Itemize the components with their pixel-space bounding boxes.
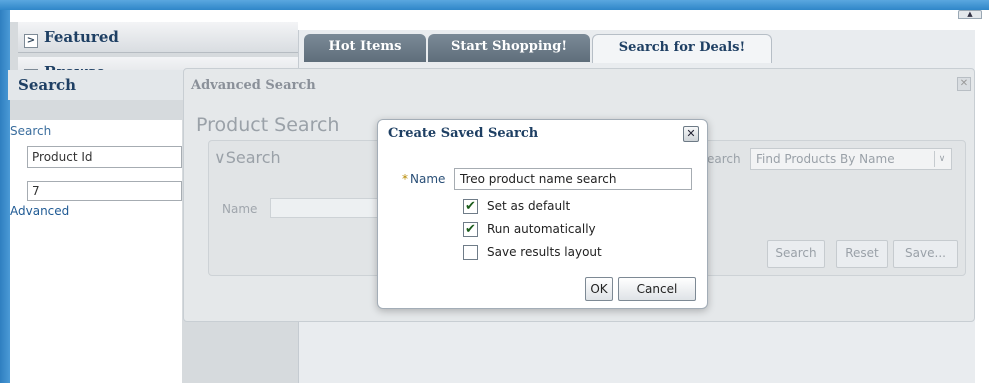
expand-arrow-icon: >: [24, 34, 38, 48]
search-term-input[interactable]: 7: [27, 181, 182, 201]
saved-search-select[interactable]: Find Products By Name ∨: [750, 148, 952, 170]
run-automatically-checkbox[interactable]: ✔: [463, 222, 478, 237]
tab-hot-items[interactable]: Hot Items: [304, 34, 426, 62]
name-input[interactable]: Treo product name search: [454, 168, 692, 190]
name-criteria-label: Name: [222, 202, 258, 216]
required-marker: *: [402, 172, 408, 186]
tab-search-for-deals[interactable]: Search for Deals!: [592, 34, 772, 63]
search-by-select[interactable]: Product Id: [27, 146, 182, 168]
cancel-button[interactable]: Cancel: [618, 277, 696, 301]
search-button[interactable]: Search: [767, 240, 825, 268]
reset-button[interactable]: Reset: [836, 240, 888, 268]
search-section-title: Search: [225, 148, 281, 167]
advanced-link[interactable]: Advanced: [10, 204, 69, 218]
search-subheading: Search: [10, 124, 52, 138]
close-icon[interactable]: ✕: [683, 126, 699, 142]
save-button[interactable]: Save...: [893, 240, 958, 268]
save-results-layout-label: Save results layout: [487, 245, 602, 259]
search-section-header[interactable]: ∨Search: [214, 148, 281, 167]
save-results-layout-checkbox[interactable]: [463, 245, 478, 260]
set-as-default-label: Set as default: [487, 199, 571, 213]
advanced-search-title: Advanced Search: [191, 78, 316, 93]
accordion-featured-label: Featured: [44, 28, 119, 46]
collapse-arrow-icon: ∨: [214, 148, 226, 167]
tab-start-shopping[interactable]: Start Shopping!: [428, 34, 590, 62]
close-icon[interactable]: ✕: [957, 77, 971, 91]
set-as-default-checkbox[interactable]: ✔: [463, 199, 478, 214]
dialog-title: Create Saved Search: [388, 126, 539, 141]
chevron-down-icon: ∨: [934, 151, 949, 167]
left-border: [0, 10, 10, 383]
name-label: Name: [410, 172, 446, 186]
ok-button[interactable]: OK: [585, 277, 613, 301]
saved-search-value: Find Products By Name: [756, 152, 895, 166]
saved-search-label: earch: [707, 152, 741, 166]
top-bar: [0, 0, 989, 10]
scroll-up-icon[interactable]: ▲: [958, 10, 982, 19]
product-search-heading: Product Search: [196, 114, 340, 136]
run-automatically-label: Run automatically: [487, 222, 596, 236]
accordion-featured[interactable]: > Featured: [18, 22, 298, 53]
